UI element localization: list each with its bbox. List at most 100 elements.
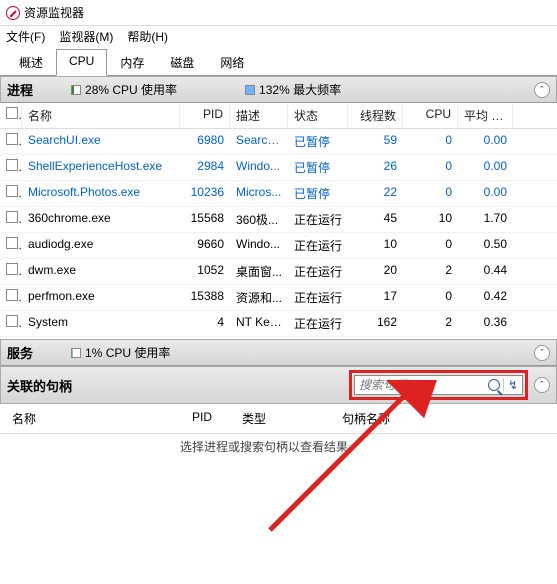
cell-avg: 0.42: [458, 287, 513, 308]
cell-desc: Windo...: [230, 157, 288, 178]
hcol-handle-name[interactable]: 句柄名称: [336, 408, 456, 429]
cell-name: dwm.exe: [22, 261, 180, 282]
cell-avg: 1.70: [458, 209, 513, 230]
window-title: 资源监视器: [24, 4, 84, 21]
processes-collapse-button[interactable]: ˆ: [534, 82, 550, 98]
cell-status: 正在运行: [288, 287, 348, 308]
col-checkbox[interactable]: [0, 103, 22, 128]
cell-threads: 10: [348, 235, 403, 256]
app-icon: [6, 6, 20, 20]
services-header[interactable]: 服务 1% CPU 使用率 ˇ: [0, 339, 557, 366]
row-checkbox[interactable]: [6, 159, 18, 171]
handles-header[interactable]: 关联的句柄 ↯ ˆ: [0, 366, 557, 404]
table-row[interactable]: audiodg.exe9660Windo...正在运行1000.50: [0, 233, 557, 259]
col-threads[interactable]: 线程数: [348, 103, 403, 128]
search-icon[interactable]: [488, 379, 500, 391]
cell-name: ShellExperienceHost.exe: [22, 157, 180, 178]
cell-threads: 20: [348, 261, 403, 282]
cell-pid: 6980: [180, 131, 230, 152]
handles-collapse-button[interactable]: ˆ: [534, 377, 550, 393]
cell-cpu: 0: [403, 183, 458, 204]
cell-status: 已暂停: [288, 183, 348, 204]
cell-cpu: 0: [403, 287, 458, 308]
menu-help[interactable]: 帮助(H): [127, 28, 168, 45]
table-row[interactable]: perfmon.exe15388资源和...正在运行1700.42: [0, 285, 557, 311]
cell-name: audiodg.exe: [22, 235, 180, 256]
refresh-icon[interactable]: ↯: [503, 378, 522, 392]
cell-name: Microsoft.Photos.exe: [22, 183, 180, 204]
tab-network[interactable]: 网络: [207, 49, 257, 76]
col-cpu[interactable]: CPU: [403, 103, 458, 128]
cell-status: 已暂停: [288, 131, 348, 152]
row-checkbox[interactable]: [6, 133, 18, 145]
freq-meter-icon: [245, 85, 255, 95]
tab-bar: 概述 CPU 内存 磁盘 网络: [0, 49, 557, 76]
row-checkbox[interactable]: [6, 185, 18, 197]
cell-status: 正在运行: [288, 235, 348, 256]
row-checkbox[interactable]: [6, 263, 18, 275]
cell-threads: 59: [348, 131, 403, 152]
hcol-name[interactable]: 名称: [6, 408, 186, 429]
cell-avg: 0.00: [458, 131, 513, 152]
tab-disk[interactable]: 磁盘: [157, 49, 207, 76]
cell-avg: 0.36: [458, 313, 513, 334]
cell-pid: 1052: [180, 261, 230, 282]
processes-columns: 名称 PID 描述 状态 线程数 CPU 平均 C...: [0, 103, 557, 129]
handles-empty-message: 选择进程或搜索句柄以查看结果。: [180, 438, 557, 455]
max-freq-label: 132% 最大频率: [259, 81, 341, 98]
services-collapse-button[interactable]: ˇ: [534, 345, 550, 361]
menu-file[interactable]: 文件(F): [6, 28, 45, 45]
handles-title: 关联的句柄: [7, 376, 72, 395]
cell-desc: 资源和...: [230, 287, 288, 308]
row-checkbox[interactable]: [6, 289, 18, 301]
handles-body: 选择进程或搜索句柄以查看结果。: [0, 434, 557, 584]
cell-status: 正在运行: [288, 313, 348, 334]
col-pid[interactable]: PID: [180, 103, 230, 128]
row-checkbox[interactable]: [6, 315, 18, 327]
tab-cpu[interactable]: CPU: [56, 49, 107, 76]
table-row[interactable]: 360chrome.exe15568360极...正在运行45101.70: [0, 207, 557, 233]
cell-avg: 0.00: [458, 157, 513, 178]
handles-search-input[interactable]: [355, 378, 485, 392]
cell-pid: 2984: [180, 157, 230, 178]
handles-columns: 名称 PID 类型 句柄名称: [0, 404, 557, 434]
hcol-pid[interactable]: PID: [186, 408, 236, 429]
cell-pid: 9660: [180, 235, 230, 256]
menubar: 文件(F) 监视器(M) 帮助(H): [0, 26, 557, 49]
max-freq-meter: 132% 最大频率: [245, 81, 341, 98]
row-checkbox[interactable]: [6, 211, 18, 223]
menu-monitor[interactable]: 监视器(M): [59, 28, 113, 45]
table-row[interactable]: ShellExperienceHost.exe2984Windo...已暂停26…: [0, 155, 557, 181]
processes-header[interactable]: 进程 28% CPU 使用率 132% 最大频率 ˆ: [0, 76, 557, 103]
tab-memory[interactable]: 内存: [107, 49, 157, 76]
table-row[interactable]: Microsoft.Photos.exe10236Micros...已暂停220…: [0, 181, 557, 207]
table-row[interactable]: dwm.exe1052桌面窗...正在运行2020.44: [0, 259, 557, 285]
cell-pid: 15568: [180, 209, 230, 230]
tab-overview[interactable]: 概述: [6, 49, 56, 76]
col-name[interactable]: 名称: [22, 103, 180, 128]
table-row[interactable]: SearchUI.exe6980Search...已暂停5900.00: [0, 129, 557, 155]
hcol-type[interactable]: 类型: [236, 408, 336, 429]
row-checkbox[interactable]: [6, 237, 18, 249]
cell-status: 已暂停: [288, 157, 348, 178]
cell-desc: Search...: [230, 131, 288, 152]
cell-threads: 22: [348, 183, 403, 204]
cell-status: 正在运行: [288, 261, 348, 282]
cell-threads: 162: [348, 313, 403, 334]
table-row[interactable]: System4NT Ker...正在运行16220.36: [0, 311, 557, 337]
services-title: 服务: [7, 343, 33, 362]
cell-avg: 0.00: [458, 183, 513, 204]
processes-title: 进程: [7, 80, 33, 99]
cell-status: 正在运行: [288, 209, 348, 230]
cell-desc: 桌面窗...: [230, 261, 288, 282]
col-avg[interactable]: 平均 C...: [458, 103, 513, 128]
col-desc[interactable]: 描述: [230, 103, 288, 128]
cell-pid: 10236: [180, 183, 230, 204]
cell-cpu: 2: [403, 261, 458, 282]
col-status[interactable]: 状态: [288, 103, 348, 128]
cell-threads: 26: [348, 157, 403, 178]
services-cpu-label: 1% CPU 使用率: [85, 344, 170, 361]
cell-cpu: 0: [403, 157, 458, 178]
cpu-usage-meter: 28% CPU 使用率: [71, 81, 177, 98]
handles-search-box[interactable]: ↯: [354, 375, 523, 395]
